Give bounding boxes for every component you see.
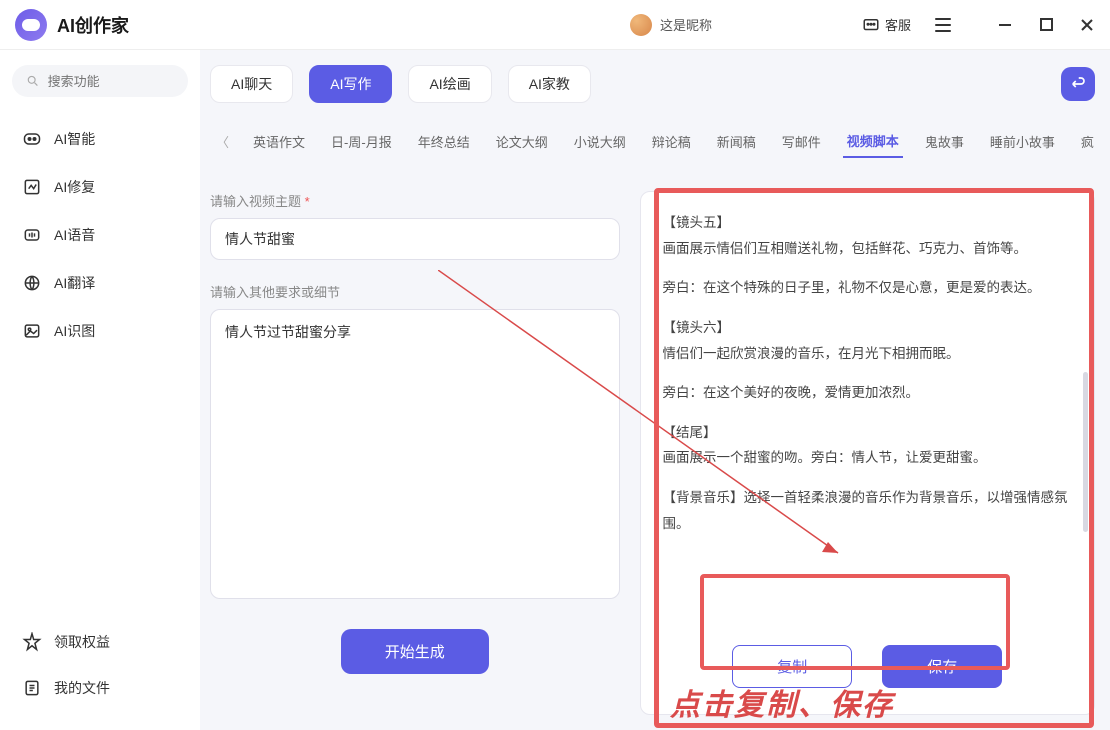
- category-prev-button[interactable]: 〈: [214, 132, 231, 151]
- hamburger-menu-button[interactable]: [929, 11, 957, 39]
- sidebar-item-my-files[interactable]: 我的文件: [12, 666, 188, 710]
- category-item[interactable]: 睡前小故事: [986, 126, 1059, 157]
- return-icon: [1069, 75, 1087, 93]
- tab-tutor[interactable]: AI家教: [508, 65, 591, 103]
- search-icon: [26, 73, 40, 89]
- titlebar: AI创作家 这是昵称 客服: [0, 0, 1110, 50]
- category-item[interactable]: 写邮件: [778, 126, 825, 157]
- category-item[interactable]: 英语作文: [249, 126, 309, 157]
- category-row: 〈 英语作文 日-周-月报 年终总结 论文大纲 小说大纲 辩论稿 新闻稿 写邮件…: [210, 115, 1095, 171]
- file-icon: [22, 678, 42, 698]
- mode-tabs: AI聊天 AI写作 AI绘画 AI家教: [210, 65, 1095, 103]
- scene-title: 【结尾】: [663, 425, 717, 440]
- minimize-button[interactable]: [997, 17, 1013, 33]
- sidebar-item-rewards[interactable]: 领取权益: [12, 620, 188, 664]
- details-label: 请输入其他要求或细节: [210, 282, 620, 301]
- sidebar-item-ai-translate[interactable]: AI翻译: [12, 261, 188, 305]
- repair-icon: [22, 177, 42, 197]
- history-button[interactable]: [1061, 67, 1095, 101]
- generate-button[interactable]: 开始生成: [341, 629, 489, 674]
- sidebar-item-label: AI修复: [54, 177, 95, 197]
- sidebar-item-ai-repair[interactable]: AI修复: [12, 165, 188, 209]
- scene-body: 画面展示情侣们互相赠送礼物，包括鲜花、巧克力、首饰等。: [663, 241, 1028, 256]
- sidebar-item-ai-voice[interactable]: AI语音: [12, 213, 188, 257]
- narration: 旁白：在这个美好的夜晚，爱情更加浓烈。: [663, 380, 1073, 406]
- topic-input[interactable]: [210, 218, 620, 260]
- sidebar-item-ai-image[interactable]: AI识图: [12, 309, 188, 353]
- sidebar-item-label: AI语音: [54, 225, 95, 245]
- input-panel: 请输入视频主题 请输入其他要求或细节 开始生成: [210, 191, 620, 715]
- scene-title: 【镜头五】: [663, 215, 731, 230]
- sidebar-item-label: 我的文件: [54, 678, 110, 698]
- sidebar-item-label: AI智能: [54, 129, 95, 149]
- annotation-text: 点击复制、保存: [670, 680, 894, 724]
- category-item[interactable]: 鬼故事: [921, 126, 968, 157]
- sidebar-item-label: AI翻译: [54, 273, 95, 293]
- category-item[interactable]: 新闻稿: [713, 126, 760, 157]
- main-content: AI聊天 AI写作 AI绘画 AI家教 〈 英语作文 日-周-月报 年终总结 论…: [200, 50, 1110, 730]
- user-nickname: 这是昵称: [660, 15, 712, 34]
- category-item[interactable]: 小说大纲: [570, 126, 630, 157]
- search-input[interactable]: [48, 74, 174, 89]
- search-box[interactable]: [12, 65, 188, 97]
- maximize-button[interactable]: [1038, 17, 1054, 33]
- support-label: 客服: [885, 15, 911, 34]
- output-panel: 【镜头五】画面展示情侣们互相赠送礼物，包括鲜花、巧克力、首饰等。 旁白：在这个特…: [640, 191, 1096, 715]
- category-item[interactable]: 论文大纲: [492, 126, 552, 157]
- chat-icon: [862, 16, 880, 34]
- category-item-active[interactable]: 视频脚本: [843, 125, 903, 158]
- category-item[interactable]: 辩论稿: [648, 126, 695, 157]
- app-title: AI创作家: [57, 12, 129, 38]
- topic-label: 请输入视频主题: [210, 191, 620, 210]
- scene-title: 【镜头六】: [663, 320, 731, 335]
- tab-draw[interactable]: AI绘画: [408, 65, 491, 103]
- support-button[interactable]: 客服: [852, 11, 921, 38]
- scene-body: 情侣们一起欣赏浪漫的音乐，在月光下相拥而眠。: [663, 346, 960, 361]
- details-textarea[interactable]: [210, 309, 620, 599]
- tab-write[interactable]: AI写作: [309, 65, 392, 103]
- translate-icon: [22, 273, 42, 293]
- category-item[interactable]: 年终总结: [414, 126, 474, 157]
- narration: 旁白：在这个特殊的日子里，礼物不仅是心意，更是爱的表达。: [663, 275, 1073, 301]
- rectangle-icon: [22, 129, 42, 149]
- output-text: 【镜头五】画面展示情侣们互相赠送礼物，包括鲜花、巧克力、首饰等。 旁白：在这个特…: [663, 210, 1073, 615]
- sidebar-item-label: 领取权益: [54, 632, 110, 652]
- category-item[interactable]: 日-周-月报: [327, 126, 396, 157]
- sidebar-item-label: AI识图: [54, 321, 95, 341]
- app-logo-icon: [15, 9, 47, 41]
- user-avatar-icon[interactable]: [630, 14, 652, 36]
- category-item[interactable]: 疯: [1077, 126, 1098, 157]
- scene-body: 画面展示一个甜蜜的吻。旁白：情人节，让爱更甜蜜。: [663, 450, 987, 465]
- scrollbar[interactable]: [1083, 372, 1088, 532]
- close-button[interactable]: [1079, 17, 1095, 33]
- image-icon: [22, 321, 42, 341]
- bgm-text: 【背景音乐】选择一首轻柔浪漫的音乐作为背景音乐，以增强情感氛围。: [663, 485, 1073, 536]
- star-icon: [22, 632, 42, 652]
- tab-chat[interactable]: AI聊天: [210, 65, 293, 103]
- voice-icon: [22, 225, 42, 245]
- save-button[interactable]: 保存: [882, 645, 1002, 688]
- sidebar-item-ai-smart[interactable]: AI智能: [12, 117, 188, 161]
- sidebar: AI智能 AI修复 AI语音 AI翻译 AI识图 领取权益 我的文件: [0, 50, 200, 730]
